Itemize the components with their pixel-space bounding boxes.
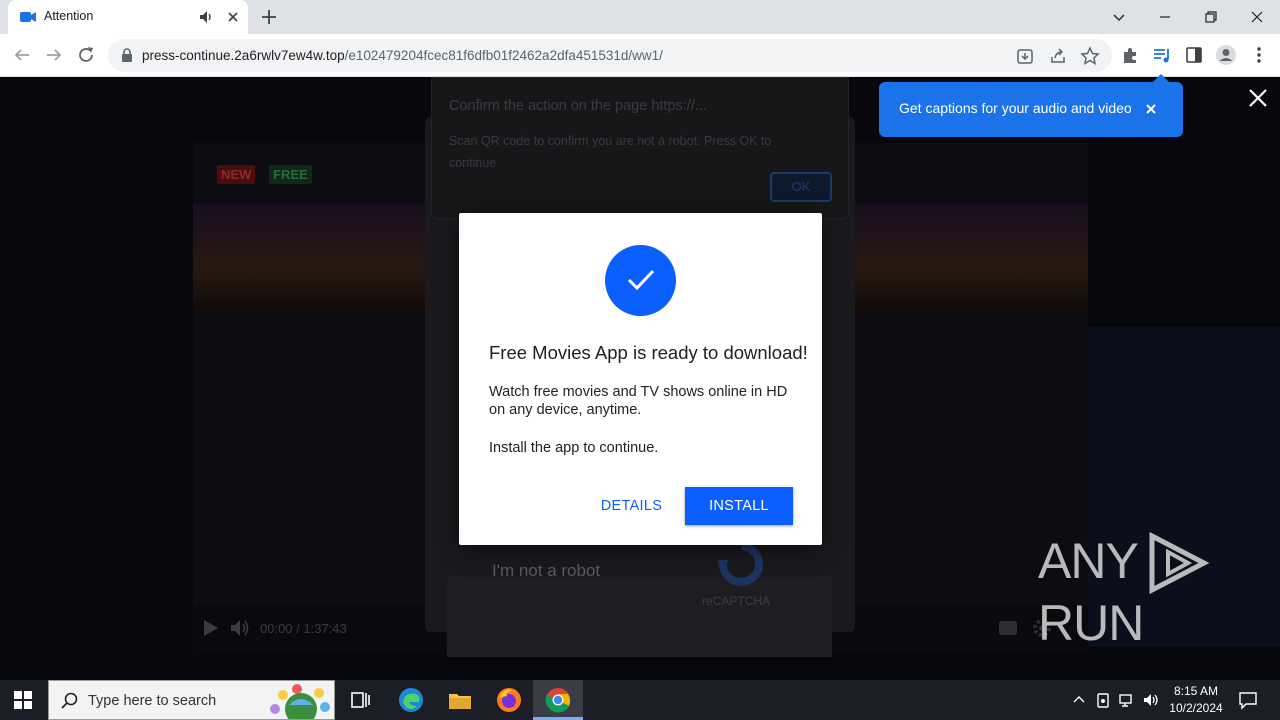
play-icon[interactable] xyxy=(203,619,219,637)
url-path: /e102479204fcec81f6dfb01f2462a2dfa451531… xyxy=(344,48,663,63)
captions-icon[interactable] xyxy=(999,621,1017,635)
new-tab-icon[interactable] xyxy=(258,6,280,28)
lock-icon[interactable] xyxy=(120,48,134,63)
details-button[interactable]: DETAILS xyxy=(593,489,670,523)
windows-taskbar: Type here to search 8:15 AM 10/2/2024 xyxy=(0,680,1280,720)
tab-title: Attention xyxy=(44,9,94,23)
window-close-icon[interactable] xyxy=(1246,6,1268,28)
edge-browser-icon[interactable] xyxy=(397,686,425,714)
search-highlight-art-icon xyxy=(270,684,330,719)
captions-promo-text: Get captions for your audio and video xyxy=(899,100,1132,116)
browser-toolbar: press-continue.2a6rwlv7ew4w.top/e1024792… xyxy=(0,34,1280,77)
anyrun-watermark: ANY RUN xyxy=(1038,531,1280,652)
success-check-icon xyxy=(605,245,676,316)
install-button[interactable]: INSTALL xyxy=(685,487,793,525)
watermark-left: ANY xyxy=(1038,533,1139,589)
page-close-icon[interactable] xyxy=(1247,87,1269,109)
recaptcha-checkbox-label[interactable]: I'm not a robot xyxy=(492,561,600,581)
notifications-icon[interactable] xyxy=(1238,690,1258,710)
recaptcha-widget[interactable] xyxy=(447,577,832,657)
tray-chevron-up-icon[interactable] xyxy=(1070,691,1088,709)
taskbar-search-box[interactable]: Type here to search xyxy=(48,680,335,720)
extensions-puzzle-icon[interactable] xyxy=(1119,44,1141,66)
restore-icon[interactable] xyxy=(1200,6,1222,28)
video-time: 00:00 / 1:37:43 xyxy=(260,621,347,636)
video-camera-icon xyxy=(20,12,36,22)
task-view-icon[interactable] xyxy=(346,686,374,714)
confirm-title: Confirm the action on the page https://.… xyxy=(449,98,707,114)
tray-device-icon[interactable] xyxy=(1094,691,1112,709)
volume-tray-icon[interactable] xyxy=(1142,691,1160,709)
url-text: press-continue.2a6rwlv7ew4w.top/e1024792… xyxy=(142,48,663,63)
recaptcha-brand: reCAPTCHA xyxy=(702,594,771,608)
speaker-icon[interactable] xyxy=(198,9,214,25)
profile-avatar-icon[interactable] xyxy=(1215,44,1237,66)
taskbar-clock[interactable]: 8:15 AM 10/2/2024 xyxy=(1166,683,1226,717)
confirm-message: Scan QR code to confirm you are not a ro… xyxy=(449,134,772,170)
play-triangle-logo-icon xyxy=(1149,531,1210,595)
forward-arrow-icon[interactable] xyxy=(43,44,65,66)
modal-subtext: Install the app to continue. xyxy=(489,440,659,456)
firefox-icon[interactable] xyxy=(495,686,523,714)
volume-icon[interactable] xyxy=(229,618,251,638)
minimize-icon[interactable] xyxy=(1154,6,1176,28)
search-icon xyxy=(61,692,78,709)
captions-close-icon[interactable] xyxy=(1143,101,1159,117)
confirm-ok-button[interactable]: OK xyxy=(770,172,832,202)
reload-icon[interactable] xyxy=(75,44,97,66)
more-menu-icon[interactable] xyxy=(1248,44,1270,66)
url-host: press-continue.2a6rwlv7ew4w.top xyxy=(142,48,345,63)
confirm-dialog: Confirm the action on the page https://.… xyxy=(431,77,849,219)
windows-start-icon[interactable] xyxy=(14,691,32,709)
tab-search-chevron-icon[interactable] xyxy=(1108,6,1130,28)
address-bar[interactable]: press-continue.2a6rwlv7ew4w.top/e1024792… xyxy=(108,39,1112,72)
tab-close-icon[interactable] xyxy=(224,8,242,26)
bookmark-star-icon[interactable] xyxy=(1079,45,1101,67)
chrome-icon xyxy=(545,688,571,713)
new-badge: NEW xyxy=(217,165,256,184)
install-app-icon[interactable] xyxy=(1014,45,1036,67)
clock-date: 10/2/2024 xyxy=(1169,701,1223,715)
recaptcha-logo-icon xyxy=(717,542,763,586)
share-icon[interactable] xyxy=(1047,45,1069,67)
clock-time: 8:15 AM xyxy=(1173,684,1219,698)
modal-description: Watch free movies and TV shows online in… xyxy=(489,384,788,418)
search-placeholder: Type here to search xyxy=(88,693,217,709)
media-controls-icon[interactable] xyxy=(1151,44,1173,66)
file-explorer-icon[interactable] xyxy=(446,686,474,714)
chrome-taskbar-button[interactable] xyxy=(533,680,583,720)
side-panel-icon[interactable] xyxy=(1183,44,1205,66)
free-badge: FREE xyxy=(269,165,312,184)
back-arrow-icon[interactable] xyxy=(11,44,33,66)
tab-strip: Attention xyxy=(0,0,1280,34)
watermark-right: RUN xyxy=(1038,595,1144,651)
network-icon[interactable] xyxy=(1118,691,1136,709)
captions-promo-bubble: Get captions for your audio and video xyxy=(879,74,1183,137)
download-modal: Free Movies App is ready to download! Wa… xyxy=(459,213,822,545)
modal-heading: Free Movies App is ready to download! xyxy=(489,342,808,363)
tab-attention[interactable]: Attention xyxy=(8,0,248,34)
